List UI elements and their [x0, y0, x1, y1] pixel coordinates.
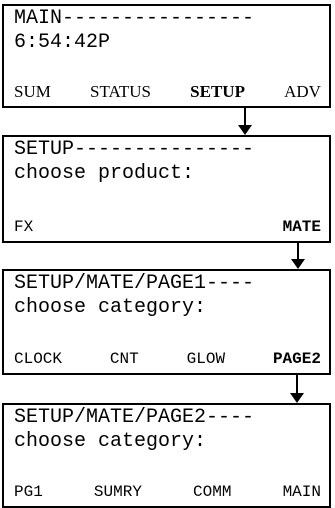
- softkey-comm[interactable]: COMM: [193, 482, 231, 502]
- down-arrow-icon: [291, 243, 305, 269]
- screen-title: SETUP/MATE/PAGE1----: [14, 272, 255, 295]
- clock-readout: 6:54:42P: [14, 31, 111, 54]
- main-screen: MAIN---------------- 6:54:42P SUM STATUS…: [2, 4, 331, 108]
- softkey-fx[interactable]: FX: [14, 217, 33, 237]
- prompt-text: choose category:: [14, 296, 207, 319]
- softkey-row: PG1 SUMRY COMM MAIN: [14, 482, 321, 502]
- screen-title: MAIN----------------: [14, 7, 255, 30]
- softkey-row: CLOCK CNT GLOW PAGE2: [14, 349, 321, 369]
- softkey-row: FX MATE: [14, 217, 321, 237]
- softkey-page2[interactable]: PAGE2: [273, 349, 321, 369]
- screen-title: SETUP/MATE/PAGE2----: [14, 406, 255, 429]
- softkey-glow[interactable]: GLOW: [187, 349, 225, 369]
- prompt-text: choose product:: [14, 162, 195, 185]
- softkey-row: SUM STATUS SETUP ADV: [14, 82, 321, 102]
- softkey-sumry[interactable]: SUMRY: [94, 482, 142, 502]
- softkey-status[interactable]: STATUS: [90, 82, 151, 102]
- screen-title: SETUP---------------: [14, 138, 255, 161]
- mate-page2-screen: SETUP/MATE/PAGE2---- choose category: PG…: [2, 403, 331, 508]
- softkey-adv[interactable]: ADV: [284, 82, 321, 102]
- softkey-mate[interactable]: MATE: [283, 217, 321, 237]
- prompt-text: choose category:: [14, 430, 207, 453]
- mate-page1-screen: SETUP/MATE/PAGE1---- choose category: CL…: [2, 269, 331, 375]
- down-arrow-icon: [238, 108, 252, 135]
- softkey-pg1[interactable]: PG1: [14, 482, 43, 502]
- down-arrow-icon: [290, 375, 304, 403]
- softkey-cnt[interactable]: CNT: [110, 349, 139, 369]
- softkey-setup[interactable]: SETUP: [190, 82, 245, 102]
- softkey-clock[interactable]: CLOCK: [14, 349, 62, 369]
- softkey-sum[interactable]: SUM: [14, 82, 51, 102]
- setup-screen: SETUP--------------- choose product: FX …: [2, 135, 331, 243]
- softkey-main[interactable]: MAIN: [283, 482, 321, 502]
